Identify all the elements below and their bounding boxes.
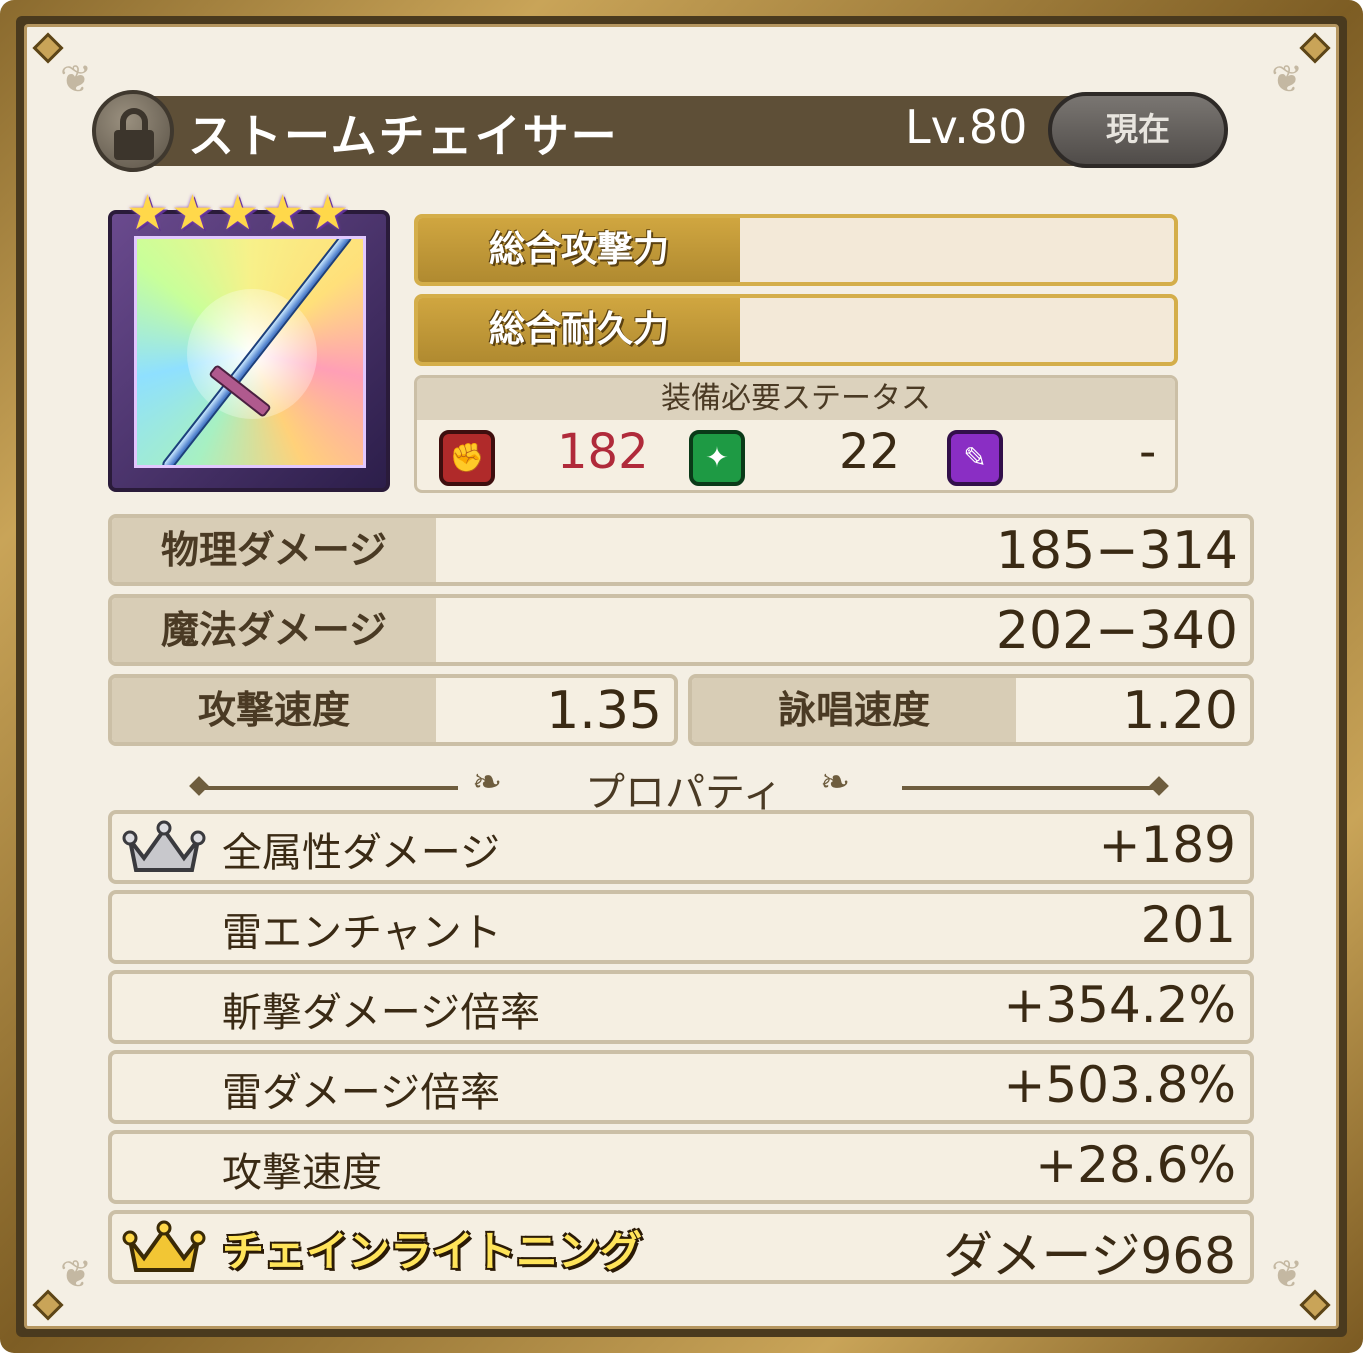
star-icon: ★ — [306, 185, 350, 241]
divider-line-left — [200, 786, 458, 790]
total-durability-label: 総合耐久力 — [418, 298, 740, 362]
property-value: +28.6% — [1035, 1136, 1236, 1194]
magic-damage-label: 魔法ダメージ — [112, 598, 436, 662]
magic-damage-row: 魔法ダメージ 202−340 — [108, 594, 1254, 666]
sword-icon — [134, 236, 366, 468]
property-name: 雷エンチャント — [222, 910, 502, 956]
attack-speed-value: 1.35 — [546, 681, 662, 741]
current-button[interactable]: 現在 — [1048, 92, 1228, 168]
physical-damage-row: 物理ダメージ 185−314 — [108, 514, 1254, 586]
star-icon: ★ — [261, 185, 305, 241]
property-value: +354.2% — [1003, 976, 1236, 1034]
skill-value: ダメージ968 — [943, 1227, 1236, 1285]
weapon-icon-frame — [108, 210, 390, 492]
cast-speed-row: 詠唱速度 1.20 — [688, 674, 1254, 746]
property-value: 201 — [1140, 896, 1236, 954]
star-icon: ★ — [126, 185, 170, 241]
sparkle-icon: ✦ — [689, 430, 745, 486]
property-value: +503.8% — [1003, 1056, 1236, 1114]
fist-icon: ✊ — [439, 430, 495, 486]
rarity-stars: ★ ★ ★ ★ ★ — [126, 188, 376, 238]
cast-speed-value: 1.20 — [1122, 681, 1238, 741]
skill-name: チェインライトニング — [222, 1227, 643, 1276]
silver-crown-icon — [122, 820, 206, 872]
total-attack-label: 総合攻撃力 — [418, 218, 740, 282]
property-name: 斬撃ダメージ倍率 — [222, 990, 540, 1036]
magic-damage-value: 202−340 — [995, 601, 1238, 661]
floral-ornament-icon: ❦ — [60, 1252, 92, 1296]
property-name: 攻撃速度 — [222, 1150, 382, 1196]
property-row: 雷エンチャント 201 — [108, 890, 1254, 964]
property-value: +189 — [1098, 816, 1236, 874]
attack-speed-label: 攻撃速度 — [112, 678, 436, 742]
skill-row: チェインライトニング ダメージ968 — [108, 1210, 1254, 1285]
gold-crown-icon — [122, 1220, 206, 1272]
lock-icon[interactable] — [92, 90, 174, 172]
required-status-title: 装備必要ステータス — [417, 378, 1175, 420]
required-strength: 182 — [557, 424, 649, 480]
star-icon: ★ — [171, 185, 215, 241]
required-intelligence: - — [1139, 424, 1157, 480]
divider-line-right — [902, 786, 1160, 790]
floral-ornament-icon: ❦ — [1271, 57, 1303, 101]
total-attack-box: 総合攻撃力 — [414, 214, 1178, 286]
required-status-box: 装備必要ステータス ✊ 182 ✦ 22 ✎ - — [414, 375, 1178, 493]
physical-damage-label: 物理ダメージ — [112, 518, 436, 582]
physical-damage-value: 185−314 — [995, 521, 1238, 581]
attack-speed-row: 攻撃速度 1.35 — [108, 674, 678, 746]
item-name: ストームチェイサー — [188, 109, 619, 163]
star-icon: ★ — [216, 185, 260, 241]
wand-icon: ✎ — [947, 430, 1003, 486]
required-dexterity: 22 — [839, 424, 901, 480]
cast-speed-label: 詠唱速度 — [692, 678, 1016, 742]
floral-ornament-icon: ❦ — [1271, 1252, 1303, 1296]
total-durability-box: 総合耐久力 — [414, 294, 1178, 366]
floral-ornament-icon: ❦ — [60, 57, 92, 101]
property-row: 攻撃速度 +28.6% — [108, 1130, 1254, 1204]
leaf-ornament-icon: ❧ — [820, 762, 851, 803]
property-name: 全属性ダメージ — [222, 830, 500, 876]
property-row: 全属性ダメージ +189 — [108, 810, 1254, 884]
property-name: 雷ダメージ倍率 — [222, 1070, 500, 1116]
property-row: 雷ダメージ倍率 +503.8% — [108, 1050, 1254, 1124]
item-level: Lv.80 — [905, 100, 1028, 154]
property-row: 斬撃ダメージ倍率 +354.2% — [108, 970, 1254, 1044]
leaf-ornament-icon: ❧ — [472, 762, 503, 803]
